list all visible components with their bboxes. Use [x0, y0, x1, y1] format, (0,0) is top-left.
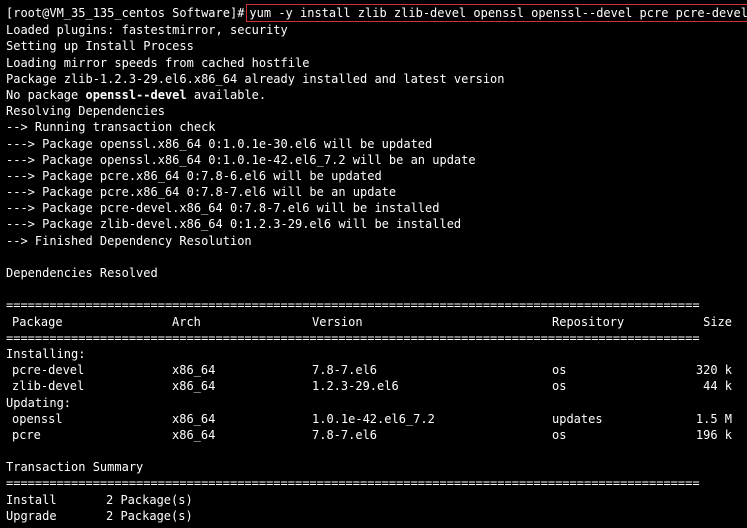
divider-double: ========================================…	[6, 475, 741, 491]
pkg-arch: x86_64	[172, 362, 312, 378]
output-line: Setting up Install Process	[6, 38, 741, 54]
pkg-arch: x86_64	[172, 427, 312, 443]
header-arch: Arch	[172, 314, 312, 330]
pkg-size: 1.5 M	[672, 411, 732, 427]
dependencies-resolved: Dependencies Resolved	[6, 265, 741, 281]
pkg-version: 1.2.3-29.el6	[312, 378, 552, 394]
no-package-suffix: available.	[187, 88, 266, 102]
pkg-name: pcre	[6, 427, 172, 443]
output-line: Loading mirror speeds from cached hostfi…	[6, 55, 741, 71]
header-version: Version	[312, 314, 552, 330]
missing-package-name: openssl--devel	[85, 88, 186, 102]
summary-upgrade-label: Upgrade	[6, 508, 106, 524]
table-row: openssl x86_64 1.0.1e-42.el6_7.2 updates…	[6, 411, 741, 427]
output-line: No package openssl--devel available.	[6, 87, 741, 103]
pkg-name: zlib-devel	[6, 378, 172, 394]
output-line: ---> Package pcre-devel.x86_64 0:7.8-7.e…	[6, 200, 741, 216]
blank-line	[6, 249, 741, 265]
pkg-size: 196 k	[672, 427, 732, 443]
blank-line	[6, 443, 741, 459]
header-repository: Repository	[552, 314, 672, 330]
output-line: ---> Package zlib-devel.x86_64 0:1.2.3-2…	[6, 216, 741, 232]
blank-line	[6, 281, 741, 297]
header-size: Size	[672, 314, 732, 330]
output-line: --> Finished Dependency Resolution	[6, 233, 741, 249]
command-text: yum -y install zlib zlib-devel openssl o…	[249, 6, 747, 20]
pkg-arch: x86_64	[172, 411, 312, 427]
pkg-repo: os	[552, 362, 672, 378]
pkg-version: 7.8-7.el6	[312, 362, 552, 378]
output-line: --> Running transaction check	[6, 119, 741, 135]
output-line: Resolving Dependencies	[6, 103, 741, 119]
header-package: Package	[6, 314, 172, 330]
output-line: ---> Package openssl.x86_64 0:1.0.1e-42.…	[6, 152, 741, 168]
output-line: Package zlib-1.2.3-29.el6.x86_64 already…	[6, 71, 741, 87]
divider-double: ========================================…	[6, 297, 741, 313]
pkg-version: 1.0.1e-42.el6_7.2	[312, 411, 552, 427]
output-line: ---> Package pcre.x86_64 0:7.8-7.el6 wil…	[6, 184, 741, 200]
pkg-repo: os	[552, 378, 672, 394]
section-updating: Updating:	[6, 395, 741, 411]
pkg-version: 7.8-7.el6	[312, 427, 552, 443]
divider-double: ========================================…	[6, 330, 741, 346]
transaction-summary-title: Transaction Summary	[6, 459, 741, 475]
pkg-size: 44 k	[672, 378, 732, 394]
table-row: pcre x86_64 7.8-7.el6 os 196 k	[6, 427, 741, 443]
output-line: ---> Package pcre.x86_64 0:7.8-6.el6 wil…	[6, 168, 741, 184]
pkg-name: openssl	[6, 411, 172, 427]
command-highlight-box: yum -y install zlib zlib-devel openssl o…	[246, 4, 747, 22]
pkg-repo: os	[552, 427, 672, 443]
pkg-size: 320 k	[672, 362, 732, 378]
shell-prompt: [root@VM_35_135_centos Software]#	[6, 5, 244, 21]
output-line: Loaded plugins: fastestmirror, security	[6, 22, 741, 38]
table-header-row: Package Arch Version Repository Size	[6, 314, 741, 330]
prompt-line[interactable]: [root@VM_35_135_centos Software]# yum -y…	[6, 4, 741, 22]
pkg-name: pcre-devel	[6, 362, 172, 378]
no-package-prefix: No package	[6, 88, 85, 102]
table-row: zlib-devel x86_64 1.2.3-29.el6 os 44 k	[6, 378, 741, 394]
section-installing: Installing:	[6, 346, 741, 362]
summary-upgrade-row: Upgrade 2 Package(s)	[6, 508, 741, 524]
pkg-arch: x86_64	[172, 378, 312, 394]
pkg-repo: updates	[552, 411, 672, 427]
table-row: pcre-devel x86_64 7.8-7.el6 os 320 k	[6, 362, 741, 378]
summary-upgrade-count: 2 Package(s)	[106, 508, 226, 524]
output-line: ---> Package openssl.x86_64 0:1.0.1e-30.…	[6, 136, 741, 152]
